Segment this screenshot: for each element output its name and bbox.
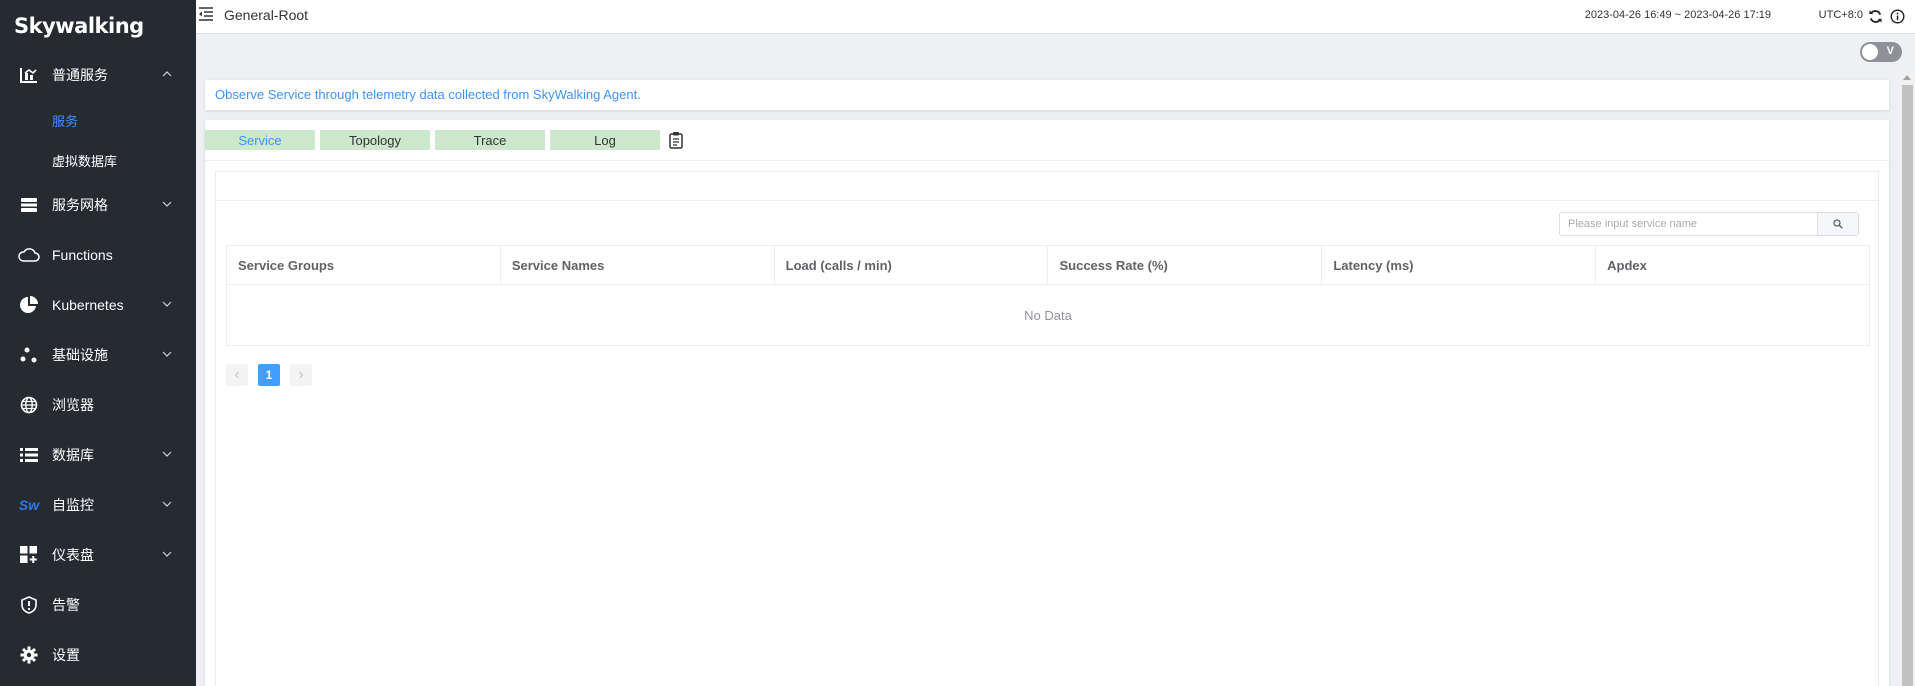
chevron-down-icon: [162, 201, 172, 207]
sidebar-item-kubernetes[interactable]: Kubernetes: [0, 280, 196, 330]
description-banner: Observe Service through telemetry data c…: [205, 80, 1889, 110]
service-search: [1559, 212, 1859, 236]
sidebar-item-label: 设置: [52, 647, 80, 663]
sidebar-subitem-service[interactable]: 服务: [0, 100, 196, 140]
sidebar-item-label: 浏览器: [52, 397, 94, 413]
column-header: Apdex: [1607, 257, 1647, 273]
column-header: Success Rate (%): [1048, 246, 1323, 284]
sidebar-item-alarm[interactable]: 告警: [0, 580, 196, 630]
alert-shield-icon: [18, 594, 40, 616]
chevron-down-icon: [162, 551, 172, 557]
sidebar-item-label: 基础设施: [52, 347, 108, 363]
info-icon[interactable]: [1890, 9, 1905, 24]
tab-bar: Service Topology Trace Log: [205, 130, 684, 150]
top-bar: General-Root 2023-04-26 16:49 ~ 2023-04-…: [196, 0, 1915, 34]
chevron-down-icon: [162, 501, 172, 507]
column-header: Load (calls / min): [775, 246, 1049, 284]
globe-icon: [18, 394, 40, 416]
sidebar-item-functions[interactable]: Functions: [0, 230, 196, 280]
sw-logo-text: Sw: [18, 497, 40, 513]
search-input[interactable]: [1560, 213, 1817, 235]
vertical-scrollbar[interactable]: [1900, 72, 1915, 686]
sidebar-item-label: 服务网格: [52, 197, 108, 213]
sidebar-item-dashboard[interactable]: 仪表盘: [0, 530, 196, 580]
v-toggle-switch[interactable]: V: [1860, 42, 1902, 62]
sidebar-item-settings[interactable]: 设置: [0, 630, 196, 680]
sidebar-item-label: 普通服务: [52, 67, 108, 83]
search-icon: [1833, 219, 1843, 229]
chevron-down-icon: [162, 351, 172, 357]
main-panel: Service Topology Trace Log Service Group…: [205, 120, 1889, 686]
list-icon: [18, 444, 40, 466]
services-table: Service Groups Service Names Load (calls…: [226, 245, 1870, 346]
collapse-menu-icon[interactable]: [198, 6, 214, 22]
tab-trace[interactable]: Trace: [435, 130, 545, 150]
sidebar-item-infrastructure[interactable]: 基础设施: [0, 330, 196, 380]
next-page-button[interactable]: [290, 364, 312, 386]
prev-page-button[interactable]: [226, 364, 248, 386]
tabs-divider: [205, 160, 1889, 161]
sidebar: Skywalking 普通服务 服务 虚拟数据库 服务网格 Functions: [0, 0, 196, 686]
layers-icon: [18, 194, 40, 216]
pie-chart-icon: [18, 294, 40, 316]
page-number-button[interactable]: 1: [258, 364, 280, 386]
toggle-label: V: [1886, 45, 1894, 57]
service-list-widget: Service Groups Service Names Load (calls…: [215, 171, 1879, 686]
column-header: Latency (ms): [1322, 246, 1597, 284]
page-title: General-Root: [224, 7, 309, 23]
tab-service[interactable]: Service: [205, 130, 315, 150]
sidebar-item-service-mesh[interactable]: 服务网格: [0, 180, 196, 230]
dashboard-grid-icon: [18, 544, 40, 566]
tab-log[interactable]: Log: [550, 130, 660, 150]
timezone-label[interactable]: UTC+8:0: [1819, 9, 1863, 21]
sw-logo-icon: Sw: [18, 494, 40, 516]
scrollbar-thumb[interactable]: [1902, 85, 1913, 686]
column-header: Service Groups: [227, 246, 501, 284]
chevron-down-icon: [162, 301, 172, 307]
sidebar-item-label: 数据库: [52, 447, 94, 463]
clipboard-icon[interactable]: [668, 131, 684, 149]
sidebar-item-label: 仪表盘: [52, 547, 94, 563]
pagination: 1: [226, 364, 322, 386]
toggle-knob: [1862, 44, 1878, 60]
cloud-icon: [18, 244, 40, 266]
gear-icon: [18, 644, 40, 666]
table-header: Service Groups Service Names Load (calls…: [227, 246, 1869, 285]
chevron-down-icon: [162, 451, 172, 457]
logo-text: Skywalking: [14, 14, 144, 38]
search-button[interactable]: [1817, 213, 1858, 235]
logo[interactable]: Skywalking: [14, 11, 144, 41]
chevron-right-icon: [299, 371, 304, 379]
chevron-up-icon: [162, 71, 172, 77]
sidebar-item-browser[interactable]: 浏览器: [0, 380, 196, 430]
sidebar-item-self-observability[interactable]: Sw 自监控: [0, 480, 196, 530]
banner-text: Observe Service through telemetry data c…: [215, 87, 641, 102]
time-range-picker[interactable]: 2023-04-26 16:49 ~ 2023-04-26 17:19: [1585, 9, 1771, 21]
nodes-icon: [18, 344, 40, 366]
bar-chart-icon: [18, 64, 40, 86]
scroll-up-arrow-icon[interactable]: [1903, 75, 1911, 80]
chevron-left-icon: [234, 371, 239, 379]
reload-icon[interactable]: [1868, 9, 1883, 24]
empty-table-message: No Data: [1024, 307, 1072, 323]
sidebar-subitem-virtual-database[interactable]: 虚拟数据库: [0, 140, 196, 180]
sidebar-item-database[interactable]: 数据库: [0, 430, 196, 480]
sidebar-item-label: Functions: [52, 247, 113, 263]
sidebar-item-label: Kubernetes: [52, 297, 124, 313]
sidebar-menu: 普通服务 服务 虚拟数据库 服务网格 Functions Kubernetes: [0, 50, 196, 680]
column-header: Service Names: [501, 246, 775, 284]
tab-topology[interactable]: Topology: [320, 130, 430, 150]
widget-header: [216, 172, 1878, 201]
sidebar-item-label: 自监控: [52, 497, 94, 513]
sidebar-item-general-service[interactable]: 普通服务: [0, 50, 196, 100]
sidebar-item-label: 告警: [52, 597, 80, 613]
